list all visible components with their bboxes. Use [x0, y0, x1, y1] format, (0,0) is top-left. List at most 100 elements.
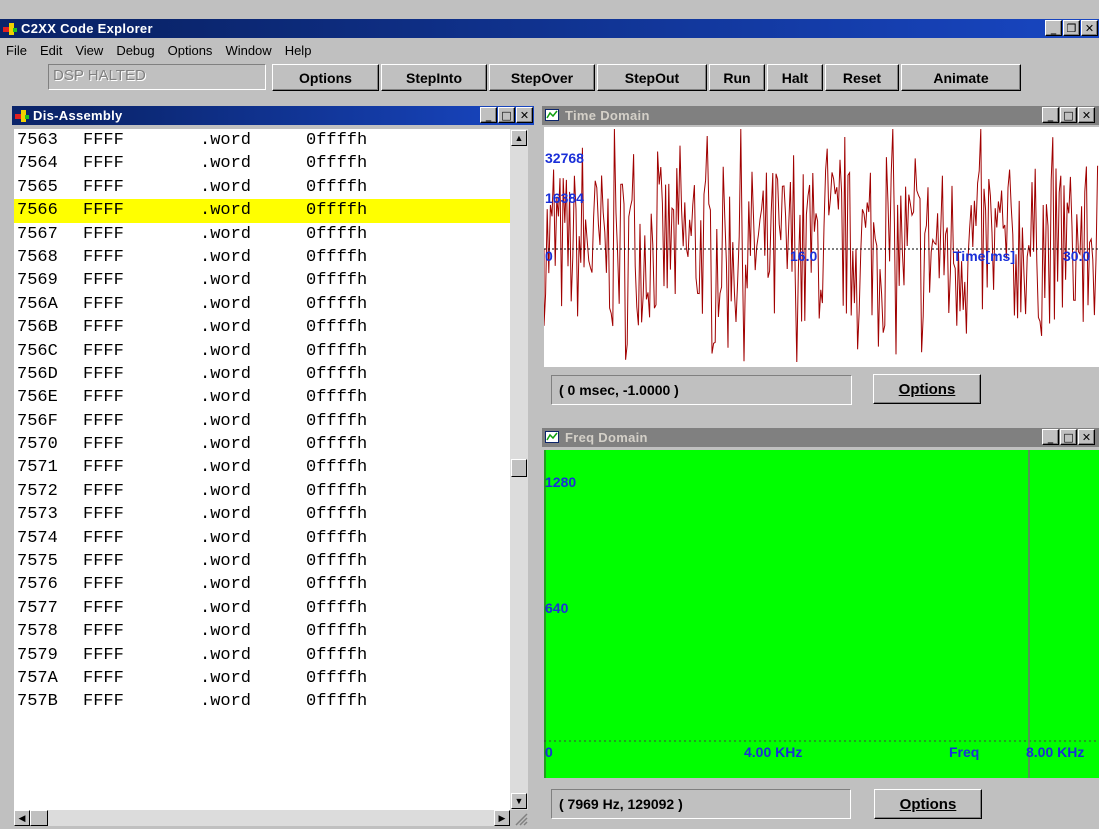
code-operand: 0ffffh	[306, 271, 368, 291]
disassembly-vertical-scroll-thumb[interactable]	[511, 459, 527, 477]
code-operand: 0ffffh	[306, 388, 368, 408]
code-address: 7579	[17, 645, 58, 665]
code-row[interactable]: 7574 FFFF .word 0ffffh	[14, 527, 510, 550]
code-operand: 0ffffh	[306, 645, 368, 665]
menu-view[interactable]: View	[69, 43, 110, 58]
menu-window[interactable]: Window	[219, 43, 278, 58]
code-opcode: FFFF	[83, 201, 124, 221]
freq-domain-plot[interactable]	[544, 450, 1099, 778]
code-row[interactable]: 7576 FFFF .word 0ffffh	[14, 573, 510, 596]
halt-button[interactable]: Halt	[767, 64, 823, 91]
code-row[interactable]: 756C FFFF .word 0ffffh	[14, 340, 510, 363]
code-row[interactable]: 757B FFFF .word 0ffffh	[14, 690, 510, 713]
run-button[interactable]: Run	[709, 64, 765, 91]
menu-options[interactable]: Options	[162, 43, 220, 58]
code-row[interactable]: 756F FFFF .word 0ffffh	[14, 410, 510, 433]
disassembly-horizontal-scroll-thumb[interactable]	[30, 810, 48, 826]
code-instruction: .word	[200, 201, 252, 221]
code-opcode: FFFF	[83, 131, 124, 150]
code-row[interactable]: 756D FFFF .word 0ffffh	[14, 363, 510, 386]
time-domain-plot[interactable]	[544, 127, 1099, 367]
code-row[interactable]: 756B FFFF .word 0ffffh	[14, 316, 510, 339]
code-instruction: .word	[200, 435, 252, 455]
code-opcode: FFFF	[83, 668, 124, 688]
restore-icon[interactable]: ❐	[1063, 20, 1080, 36]
code-instruction: .word	[200, 364, 252, 384]
menu-file[interactable]: File	[0, 43, 34, 58]
freq-x-tick-label: 4.00 KHz	[744, 744, 803, 760]
code-row[interactable]: 7577 FFFF .word 0ffffh	[14, 597, 510, 620]
code-opcode: FFFF	[83, 294, 124, 314]
code-row[interactable]: 7563 FFFF .word 0ffffh	[14, 129, 510, 152]
disassembly-listing[interactable]: 7563 FFFF .word 0ffffh 7564 FFFF .word 0ffffh 75…	[14, 129, 510, 810]
close-icon[interactable]: ✕	[1078, 107, 1095, 123]
disassembly-title-bar[interactable]: Dis-Assembly _ □ ✕	[12, 106, 534, 125]
app-icon	[2, 22, 18, 36]
code-address: 7573	[17, 505, 58, 525]
freq-domain-options-button[interactable]: Options	[874, 789, 982, 819]
code-operand: 0ffffh	[306, 505, 368, 525]
close-icon[interactable]: ✕	[516, 107, 533, 123]
code-operand: 0ffffh	[306, 435, 368, 455]
code-instruction: .word	[200, 598, 252, 618]
animate-button[interactable]: Animate	[901, 64, 1021, 91]
code-instruction: .word	[200, 575, 252, 595]
scroll-up-icon[interactable]: ▲	[511, 130, 527, 146]
code-address: 7569	[17, 271, 58, 291]
code-row[interactable]: 7570 FFFF .word 0ffffh	[14, 433, 510, 456]
time-domain-options-button[interactable]: Options	[873, 374, 981, 404]
step-into-button[interactable]: StepInto	[381, 64, 487, 91]
size-grip-icon[interactable]	[512, 810, 528, 826]
code-instruction: .word	[200, 154, 252, 174]
step-out-button[interactable]: StepOut	[597, 64, 707, 91]
code-opcode: FFFF	[83, 388, 124, 408]
code-row[interactable]: 7569 FFFF .word 0ffffh	[14, 269, 510, 292]
code-row[interactable]: 7567 FFFF .word 0ffffh	[14, 223, 510, 246]
code-row[interactable]: 7578 FFFF .word 0ffffh	[14, 620, 510, 643]
code-row[interactable]: 757A FFFF .word 0ffffh	[14, 667, 510, 690]
minimize-icon[interactable]: _	[1042, 107, 1059, 123]
scroll-left-icon[interactable]: ◀	[14, 810, 30, 826]
app-title-bar[interactable]: C2XX Code Explorer _ ❐ ✕	[0, 19, 1099, 38]
close-icon[interactable]: ✕	[1081, 20, 1098, 36]
code-operand: 0ffffh	[306, 411, 368, 431]
reset-button[interactable]: Reset	[825, 64, 899, 91]
maximize-icon[interactable]: □	[498, 107, 515, 123]
code-row[interactable]: 7568 FFFF .word 0ffffh	[14, 246, 510, 269]
code-row[interactable]: 7564 FFFF .word 0ffffh	[14, 152, 510, 175]
code-row-selected[interactable]: 7566 FFFF .word 0ffffh	[14, 199, 510, 223]
time-domain-title-bar[interactable]: Time Domain _ □ ✕	[542, 106, 1099, 125]
code-row[interactable]: 7579 FFFF .word 0ffffh	[14, 644, 510, 667]
step-over-button[interactable]: StepOver	[489, 64, 595, 91]
code-opcode: FFFF	[83, 341, 124, 361]
close-icon[interactable]: ✕	[1078, 429, 1095, 445]
code-row[interactable]: 756A FFFF .word 0ffffh	[14, 293, 510, 316]
scroll-right-icon[interactable]: ▶	[494, 810, 510, 826]
code-instruction: .word	[200, 294, 252, 314]
code-opcode: FFFF	[83, 271, 124, 291]
code-instruction: .word	[200, 177, 252, 197]
scroll-down-icon[interactable]: ▼	[511, 793, 527, 809]
disassembly-horizontal-scrollbar[interactable]	[14, 810, 510, 826]
time-x-axis-label: Time[ms]	[953, 248, 1015, 264]
code-row[interactable]: 7571 FFFF .word 0ffffh	[14, 456, 510, 479]
minimize-icon[interactable]: _	[1045, 20, 1062, 36]
menu-edit[interactable]: Edit	[34, 43, 69, 58]
options-button[interactable]: Options	[272, 64, 379, 91]
time-domain-title: Time Domain	[565, 108, 650, 123]
menu-help[interactable]: Help	[279, 43, 319, 58]
code-row[interactable]: 7572 FFFF .word 0ffffh	[14, 480, 510, 503]
code-row[interactable]: 756E FFFF .word 0ffffh	[14, 386, 510, 409]
freq-domain-title-bar[interactable]: Freq Domain _ □ ✕	[542, 428, 1099, 447]
code-row[interactable]: 7575 FFFF .word 0ffffh	[14, 550, 510, 573]
code-row[interactable]: 7565 FFFF .word 0ffffh	[14, 176, 510, 199]
minimize-icon[interactable]: _	[1042, 429, 1059, 445]
code-operand: 0ffffh	[306, 177, 368, 197]
menu-debug[interactable]: Debug	[110, 43, 161, 58]
maximize-icon[interactable]: □	[1060, 107, 1077, 123]
freq-x-tick-label: 8.00 KHz	[1026, 744, 1085, 760]
code-address: 756F	[17, 411, 58, 431]
maximize-icon[interactable]: □	[1060, 429, 1077, 445]
minimize-icon[interactable]: _	[480, 107, 497, 123]
code-row[interactable]: 7573 FFFF .word 0ffffh	[14, 503, 510, 526]
